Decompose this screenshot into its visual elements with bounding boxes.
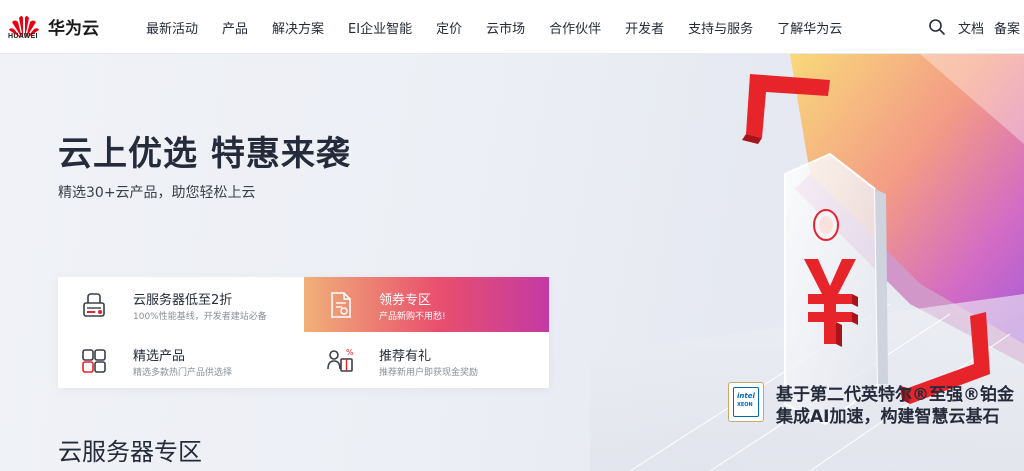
promo-card-desc: 精选多款热门产品供选择 xyxy=(133,368,233,378)
hero-subtitle: 精选30+云产品，助您轻松上云 xyxy=(58,185,256,201)
nav-item-latest-activities[interactable]: 最新活动 xyxy=(146,18,198,37)
hero-title: 云上优选 特惠来袭 xyxy=(58,134,351,174)
xeon-logo-text: XEON xyxy=(737,402,753,408)
promo-card-coupons[interactable]: 领券专区 产品新购不用愁! xyxy=(304,277,549,332)
main-nav: 最新活动 产品 解决方案 EI企业智能 定价 云市场 合作伙伴 开发者 支持与服… xyxy=(134,0,854,54)
nav-item-solutions[interactable]: 解决方案 xyxy=(272,18,324,37)
xeon-feature-text[interactable]: 基于第二代英特尔®至强®铂金 集成AI加速，构建智慧云基石 xyxy=(776,384,1014,428)
intel-xeon-badge: intel XEON xyxy=(728,382,764,422)
nav-item-support[interactable]: 支持与服务 xyxy=(688,18,753,37)
server-icon xyxy=(83,293,105,317)
promo-card-title: 领券专区 xyxy=(379,293,432,308)
huawei-cloud-logo[interactable]: HUAWEI 华为云 xyxy=(8,8,100,44)
coupon-icon xyxy=(331,292,351,318)
promo-card-cloud-server[interactable]: 云服务器低至2折 100%性能基线，开发者建站必备 xyxy=(58,277,303,332)
promo-card-referral[interactable]: % 推荐有礼 推荐新用户即获现金奖励 xyxy=(304,333,549,388)
logo-brand-name: 华为云 xyxy=(48,19,99,39)
promo-card-desc: 推荐新用户即获现金奖励 xyxy=(379,368,479,378)
nav-item-partners[interactable]: 合作伙伴 xyxy=(549,18,601,37)
intel-logo-text: intel xyxy=(737,392,755,400)
gift-icon: % xyxy=(327,348,354,372)
search-icon[interactable] xyxy=(928,18,946,36)
promo-card-title: 精选产品 xyxy=(133,349,186,364)
nav-item-pricing[interactable]: 定价 xyxy=(436,18,462,37)
products-icon xyxy=(82,349,106,373)
nav-item-marketplace[interactable]: 云市场 xyxy=(486,18,525,37)
docs-link[interactable]: 文档 xyxy=(958,18,984,37)
top-navigation-bar: HUAWEI 华为云 最新活动 产品 解决方案 EI企业智能 定价 云市场 合作… xyxy=(0,0,1024,54)
xeon-feature-line-1: 基于第二代英特尔®至强®铂金 xyxy=(776,385,1014,405)
nav-item-products[interactable]: 产品 xyxy=(222,18,248,37)
beian-link[interactable]: 备案 xyxy=(994,18,1020,37)
header-actions: 文档 备案 xyxy=(928,0,1020,54)
promo-card-featured-products[interactable]: 精选产品 精选多款热门产品供选择 xyxy=(58,333,303,388)
promo-card-title: 推荐有礼 xyxy=(379,349,432,364)
nav-item-about[interactable]: 了解华为云 xyxy=(777,18,842,37)
intel-xeon-logo: intel XEON xyxy=(733,387,759,417)
xeon-feature-line-2: 集成AI加速，构建智慧云基石 xyxy=(776,407,1000,427)
logo-brand-text: HUAWEI xyxy=(8,33,38,40)
promo-card-title: 云服务器低至2折 xyxy=(133,293,233,308)
nav-item-ei[interactable]: EI企业智能 xyxy=(348,18,412,37)
promo-card-desc: 100%性能基线，开发者建站必备 xyxy=(133,312,267,322)
nav-item-developers[interactable]: 开发者 xyxy=(625,18,664,37)
promo-card-desc: 产品新购不用愁! xyxy=(379,312,446,322)
section-title-cloud-servers: 云服务器专区 xyxy=(58,438,202,466)
svg-text:%: % xyxy=(346,348,354,357)
promo-cards: 云服务器低至2折 100%性能基线，开发者建站必备 领券专区 产品新购不用愁! … xyxy=(58,277,549,388)
